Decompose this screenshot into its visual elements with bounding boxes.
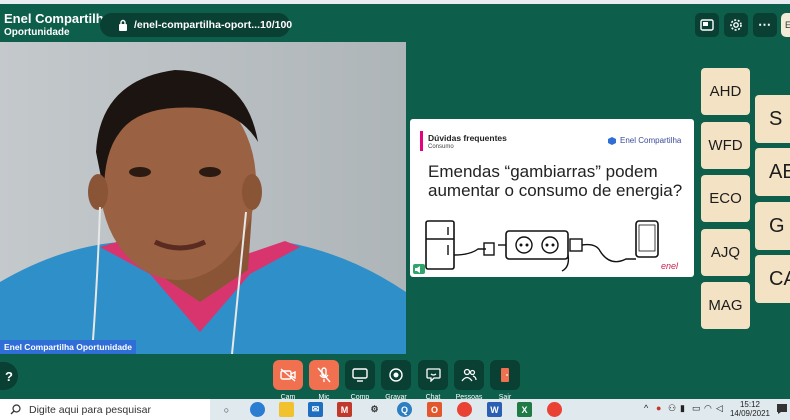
slide-logo-text: Enel Compartilha xyxy=(620,136,682,145)
slide-section-title: Dúvidas frequentes xyxy=(428,133,507,143)
chrome-icon[interactable] xyxy=(457,402,472,417)
edge-panel-button[interactable]: E xyxy=(781,13,790,37)
slide-logo: Enel Compartilha xyxy=(608,136,681,145)
settings-button[interactable] xyxy=(724,13,748,37)
picture-in-picture-icon xyxy=(700,19,714,31)
gear-icon xyxy=(730,19,742,31)
speaker-video-tile: Enel Compartilha Oportunidade xyxy=(0,42,406,354)
share-screen-button[interactable] xyxy=(345,360,375,390)
participant-initials: WFD xyxy=(708,137,743,154)
participant-initials: ECO xyxy=(709,190,742,207)
notification-icon[interactable] xyxy=(776,403,788,415)
clock-time: 15:12 xyxy=(739,400,761,409)
taskbar-search[interactable]: Digite aqui para pesquisar xyxy=(0,399,210,420)
help-button[interactable]: ? xyxy=(0,362,18,390)
enel-compartilha-logo-icon xyxy=(608,136,616,145)
participant-initials: AJQ xyxy=(710,244,741,261)
more-options-button[interactable]: ⋯ xyxy=(753,13,777,37)
participant-tile[interactable]: MAG xyxy=(701,282,750,329)
power-strip-illustration xyxy=(425,220,659,272)
slide-heading: Emendas “gambiarras” podem aumentar o co… xyxy=(428,162,683,200)
search-icon xyxy=(10,404,21,415)
windows-taskbar: Digite aqui para pesquisar ○ ✉ M ⚙ Q O W… xyxy=(0,399,790,420)
help-label: ? xyxy=(5,368,13,384)
participant-initials: MAG xyxy=(708,297,743,314)
participant-initials: S xyxy=(769,107,783,130)
participant-tile[interactable]: S xyxy=(755,95,790,143)
people-icon xyxy=(461,368,477,382)
slide-brand-mark: enel xyxy=(660,261,678,271)
mail-icon[interactable]: ✉ xyxy=(308,402,323,417)
participant-initials: G xyxy=(769,214,785,237)
mcafee-icon[interactable]: M xyxy=(337,402,352,417)
brand-subtitle: Oportunidade xyxy=(4,27,70,38)
camera-off-icon xyxy=(280,368,296,382)
participant-tile[interactable]: WFD xyxy=(701,122,750,169)
more-icon: ⋯ xyxy=(758,17,772,32)
slide-category: Consumo xyxy=(428,144,454,150)
edge-panel-label: E xyxy=(784,20,790,30)
office-icon[interactable]: O xyxy=(427,402,442,417)
usb-icon[interactable]: ▮ xyxy=(680,403,685,414)
meeting-url-bar[interactable]: /enel-compartilha-oport... 10/100 xyxy=(100,13,293,37)
browser-chrome-strip xyxy=(0,0,790,4)
meeting-url[interactable]: /enel-compartilha-oport... xyxy=(134,19,260,31)
participant-initials: AHD xyxy=(709,83,742,100)
participant-tile[interactable]: CA xyxy=(755,255,790,303)
volume-icon[interactable]: ◁ xyxy=(716,403,723,414)
slide-accent-bar xyxy=(420,131,423,151)
taskbar-clock[interactable]: 15:12 14/09/2021 xyxy=(728,400,772,418)
participant-tile[interactable]: AHD xyxy=(701,68,750,115)
speaker-name-tag: Enel Compartilha Oportunidade xyxy=(0,340,136,354)
microphone-toggle-button[interactable] xyxy=(309,360,339,390)
edge-browser-icon[interactable] xyxy=(250,402,265,417)
chat-button[interactable] xyxy=(418,360,448,390)
excel-icon[interactable]: X xyxy=(517,402,532,417)
taskbar-search-placeholder: Digite aqui para pesquisar xyxy=(29,403,151,416)
record-icon xyxy=(389,368,403,382)
record-button[interactable] xyxy=(381,360,411,390)
tray-chevron-icon[interactable]: ^ xyxy=(644,403,648,413)
people-button[interactable] xyxy=(454,360,484,390)
leave-door-icon xyxy=(501,368,509,382)
app-q-icon[interactable]: Q xyxy=(397,402,412,417)
participant-initials: AE xyxy=(769,160,790,183)
mcafee-tray-icon[interactable]: ● xyxy=(656,403,661,413)
battery-icon[interactable]: ▭ xyxy=(692,403,701,414)
lock-icon xyxy=(118,19,128,31)
picture-in-picture-button[interactable] xyxy=(695,13,719,37)
shared-slide: Dúvidas frequentes Consumo Enel Comparti… xyxy=(410,119,694,277)
wifi-icon[interactable]: ◠ xyxy=(704,403,712,414)
word-icon[interactable]: W xyxy=(487,402,502,417)
microphone-off-icon xyxy=(317,367,331,383)
participant-tile[interactable]: AE xyxy=(755,148,790,196)
participant-tile[interactable]: ECO xyxy=(701,175,750,222)
screen-share-icon xyxy=(352,368,368,382)
task-view-icon[interactable]: ○ xyxy=(219,402,234,417)
participant-tile[interactable]: AJQ xyxy=(701,229,750,276)
settings-gear-icon[interactable]: ⚙ xyxy=(367,402,382,417)
speaker-icon[interactable] xyxy=(413,264,425,274)
brand-title: Enel Compartilha xyxy=(4,11,111,26)
clock-date: 14/09/2021 xyxy=(729,409,771,418)
speaker-video-image xyxy=(0,42,406,354)
participant-tile[interactable]: G xyxy=(755,202,790,250)
chat-icon xyxy=(425,368,441,382)
meeting-brand: Enel Compartilha Oportunidade xyxy=(4,12,111,38)
camera-toggle-button[interactable] xyxy=(273,360,303,390)
participant-counter: 10/100 xyxy=(260,19,293,31)
people-tray-icon[interactable]: ⚇ xyxy=(668,403,676,414)
chrome-profile-icon[interactable] xyxy=(547,402,562,417)
leave-button[interactable] xyxy=(490,360,520,390)
participant-initials: CA xyxy=(769,267,790,290)
file-explorer-icon[interactable] xyxy=(279,402,294,417)
